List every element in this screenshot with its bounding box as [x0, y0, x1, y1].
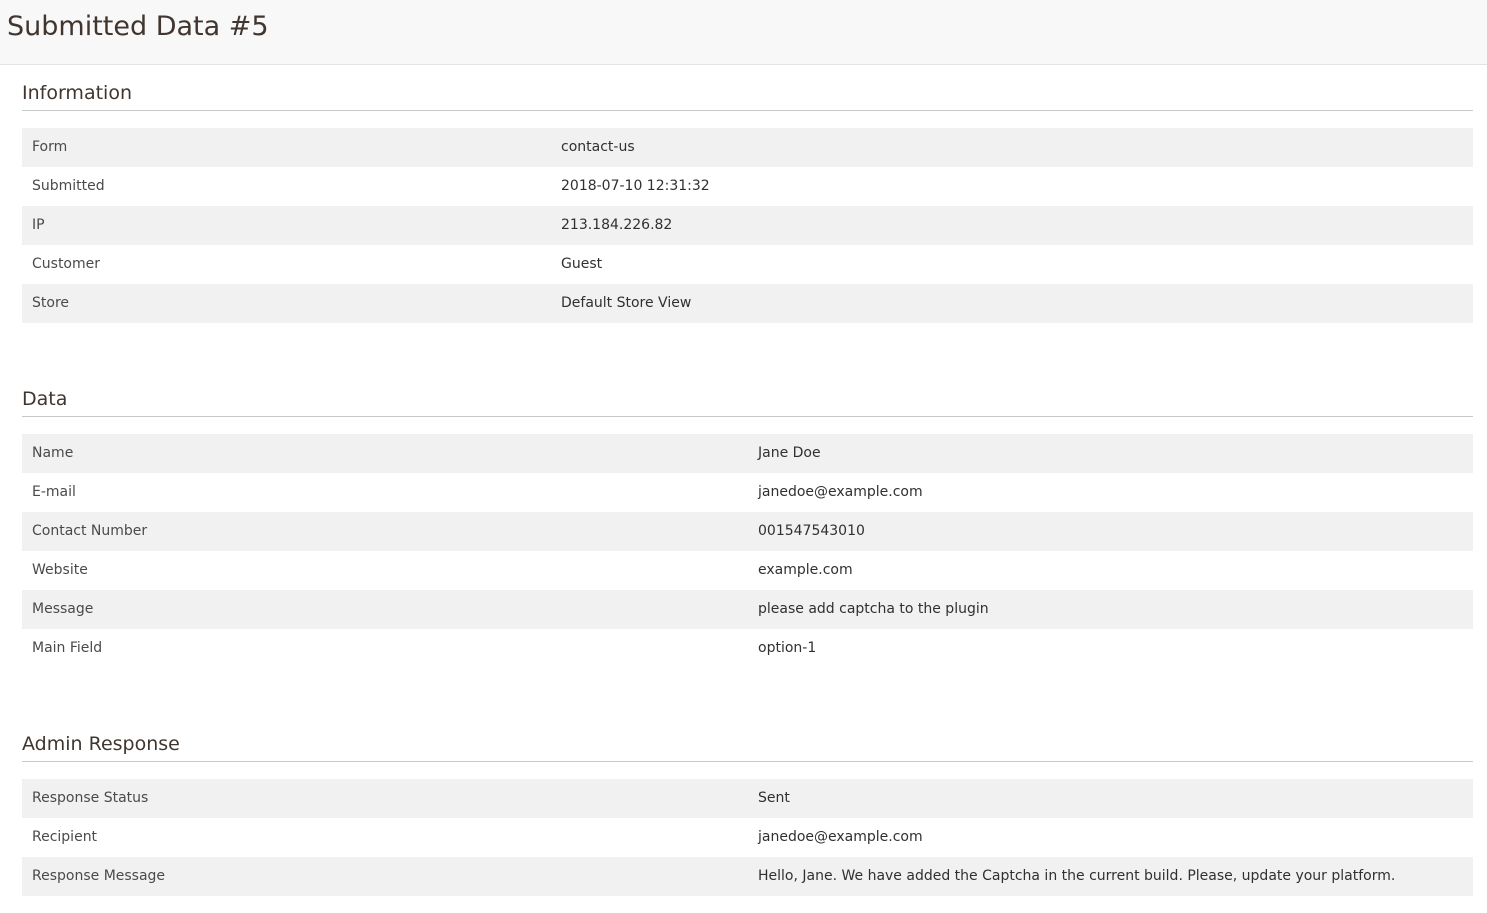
- table-row: Customer Guest: [22, 245, 1473, 284]
- main-content: Information Form contact-us Submitted 20…: [0, 80, 1487, 896]
- row-label: Store: [22, 284, 551, 323]
- table-row: Website example.com: [22, 551, 1473, 590]
- row-label: Contact Number: [22, 512, 748, 551]
- table-row: Contact Number 001547543010: [22, 512, 1473, 551]
- row-value: Sent: [748, 779, 1473, 818]
- table-row: Response Message Hello, Jane. We have ad…: [22, 857, 1473, 896]
- information-table: Form contact-us Submitted 2018-07-10 12:…: [22, 128, 1473, 323]
- page-title: Submitted Data #5: [7, 11, 269, 42]
- table-row: Form contact-us: [22, 128, 1473, 167]
- table-row: Recipient janedoe@example.com: [22, 818, 1473, 857]
- data-section: Data Name Jane Doe E-mail janedoe@exampl…: [22, 386, 1473, 668]
- data-section-title: Data: [22, 386, 1473, 417]
- table-row: Store Default Store View: [22, 284, 1473, 323]
- admin-response-section: Admin Response Response Status Sent Reci…: [22, 731, 1473, 896]
- row-label: Submitted: [22, 167, 551, 206]
- row-value: example.com: [748, 551, 1473, 590]
- admin-response-table: Response Status Sent Recipient janedoe@e…: [22, 779, 1473, 896]
- row-label: Customer: [22, 245, 551, 284]
- row-value: 001547543010: [748, 512, 1473, 551]
- row-label: Message: [22, 590, 748, 629]
- row-value: Default Store View: [551, 284, 1473, 323]
- information-section: Information Form contact-us Submitted 20…: [22, 80, 1473, 323]
- information-section-title: Information: [22, 80, 1473, 111]
- table-row: E-mail janedoe@example.com: [22, 473, 1473, 512]
- row-value: contact-us: [551, 128, 1473, 167]
- row-value: janedoe@example.com: [748, 473, 1473, 512]
- admin-response-section-title: Admin Response: [22, 731, 1473, 762]
- row-label: IP: [22, 206, 551, 245]
- table-row: Name Jane Doe: [22, 434, 1473, 473]
- table-row: Submitted 2018-07-10 12:31:32: [22, 167, 1473, 206]
- row-value: Guest: [551, 245, 1473, 284]
- row-label: E-mail: [22, 473, 748, 512]
- row-label: Response Message: [22, 857, 748, 896]
- row-value: option-1: [748, 629, 1473, 668]
- row-label: Website: [22, 551, 748, 590]
- table-row: Response Status Sent: [22, 779, 1473, 818]
- row-value: 213.184.226.82: [551, 206, 1473, 245]
- row-label: Recipient: [22, 818, 748, 857]
- row-value: 2018-07-10 12:31:32: [551, 167, 1473, 206]
- page-header: Submitted Data #5: [0, 0, 1487, 65]
- table-row: IP 213.184.226.82: [22, 206, 1473, 245]
- row-label: Main Field: [22, 629, 748, 668]
- row-label: Response Status: [22, 779, 748, 818]
- row-value: please add captcha to the plugin: [748, 590, 1473, 629]
- table-row: Message please add captcha to the plugin: [22, 590, 1473, 629]
- row-label: Name: [22, 434, 748, 473]
- data-table: Name Jane Doe E-mail janedoe@example.com…: [22, 434, 1473, 668]
- table-row: Main Field option-1: [22, 629, 1473, 668]
- row-value: Hello, Jane. We have added the Captcha i…: [748, 857, 1473, 896]
- row-label: Form: [22, 128, 551, 167]
- row-value: Jane Doe: [748, 434, 1473, 473]
- row-value: janedoe@example.com: [748, 818, 1473, 857]
